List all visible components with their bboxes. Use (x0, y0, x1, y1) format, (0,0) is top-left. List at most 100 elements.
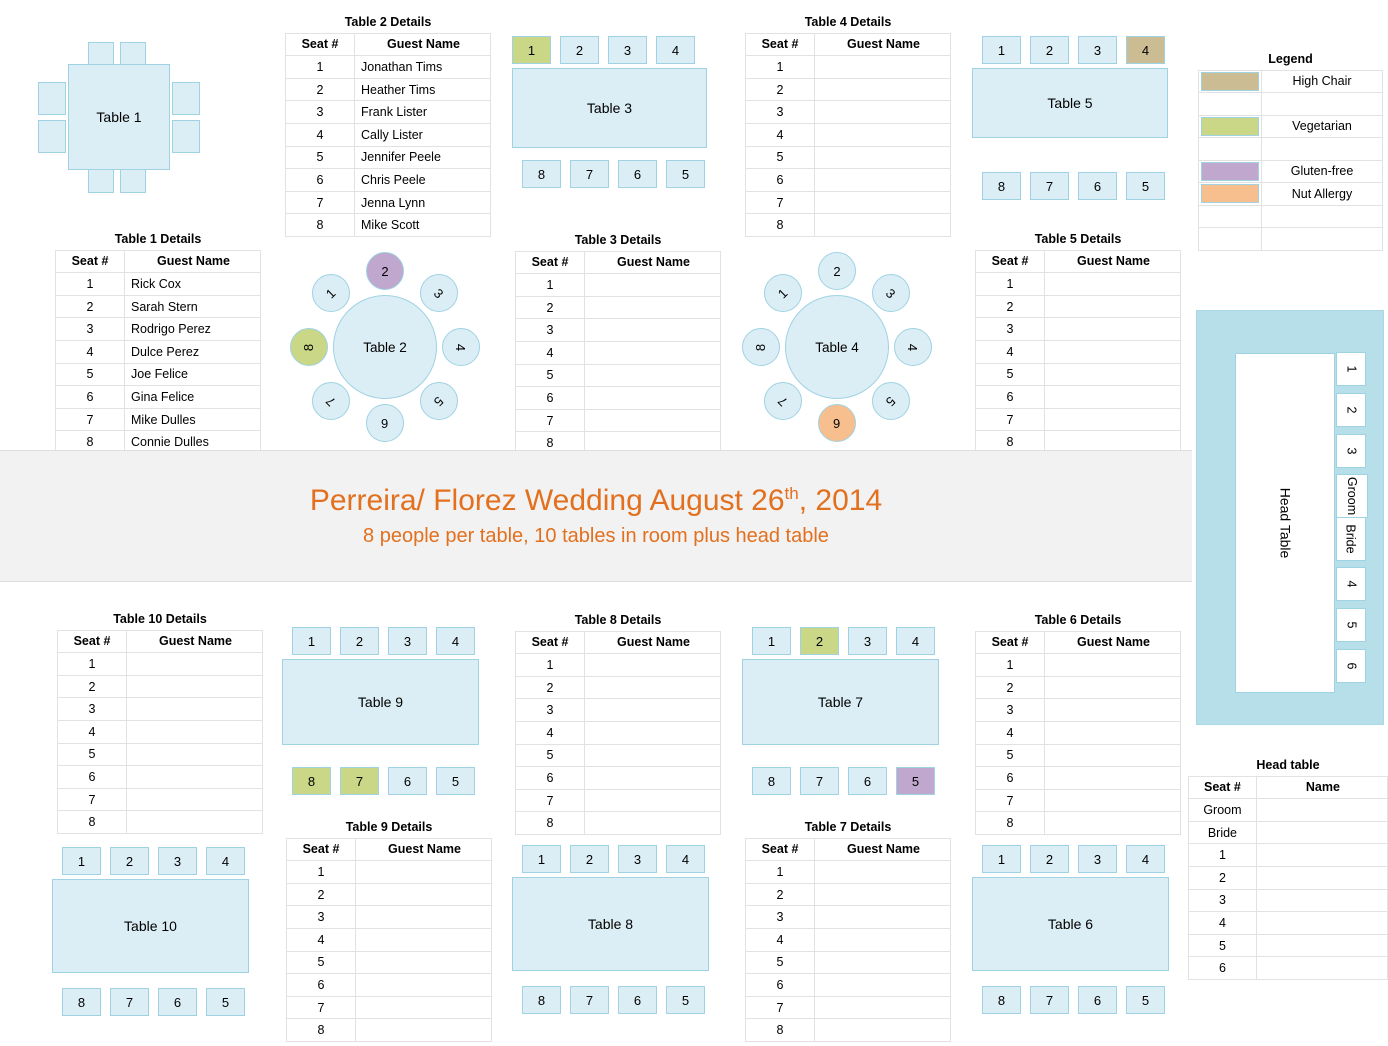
table-8-chair-1[interactable]: 1 (522, 845, 561, 873)
table-row[interactable]: 7 (515, 788, 721, 813)
table-row[interactable]: 7 (975, 788, 1181, 813)
table-row[interactable]: 3 (515, 318, 721, 342)
table-row[interactable]: 5 (515, 743, 721, 768)
table-row[interactable]: 3 Rodrigo Perez (55, 317, 261, 341)
table-row[interactable]: 2 (975, 675, 1181, 700)
table-row[interactable]: 6 (57, 765, 263, 789)
table-4-seat-8[interactable]: 8 (742, 328, 780, 366)
table-row[interactable]: 5 (975, 362, 1181, 387)
table-row[interactable]: 2 (286, 882, 492, 907)
table-row[interactable]: 1 (515, 273, 721, 297)
table-6-chair-6[interactable]: 6 (1078, 986, 1117, 1014)
table-7-diagram[interactable]: 1 2 3 4 Table 7 8 7 6 5 (742, 627, 947, 797)
table-3-chair-7[interactable]: 7 (570, 160, 609, 188)
table-row[interactable]: 4 (515, 340, 721, 365)
table-row[interactable]: 6 (1188, 956, 1388, 980)
table-5-chair-5[interactable]: 5 (1126, 172, 1165, 200)
table-row[interactable]: 4 (57, 719, 263, 744)
table-row[interactable]: 6 (975, 766, 1181, 790)
table-6-diagram[interactable]: 1 2 3 4 Table 6 8 7 6 5 (972, 845, 1177, 1017)
table-5-chair-7[interactable]: 7 (1030, 172, 1069, 200)
table-2-seat-6[interactable]: 6 (366, 404, 404, 442)
table-5-chair-2[interactable]: 2 (1030, 36, 1069, 64)
table-row[interactable]: 6 (515, 766, 721, 790)
table-2-surface[interactable]: Table 2 (333, 295, 437, 399)
table-row[interactable]: 5 (286, 950, 492, 975)
table-row[interactable]: 4 (1188, 911, 1388, 935)
table-row[interactable]: 7 (745, 995, 951, 1020)
table-row[interactable]: 1 (1188, 843, 1388, 867)
table-row[interactable]: 8 (515, 811, 721, 835)
table-row[interactable]: 1 (975, 653, 1181, 677)
table-8-chair-7[interactable]: 7 (570, 986, 609, 1014)
table-row[interactable]: 2 Sarah Stern (55, 294, 261, 319)
head-table-chair-4[interactable]: 4 (1336, 567, 1366, 601)
table-8-chair-5[interactable]: 5 (666, 986, 705, 1014)
table-row[interactable]: Bride (1188, 820, 1388, 845)
table-row[interactable]: 7 (515, 408, 721, 433)
table-3-chair-5[interactable]: 5 (666, 160, 705, 188)
table-row[interactable]: 8 Mike Scott (285, 213, 491, 237)
table-5-chair-6[interactable]: 6 (1078, 172, 1117, 200)
head-table-chair-3[interactable]: 3 (1336, 434, 1366, 468)
table-row[interactable]: 2 (515, 295, 721, 320)
table-row[interactable]: 6 (286, 973, 492, 997)
table-6-chair-8[interactable]: 8 (982, 986, 1021, 1014)
table-row[interactable]: 6 Gina Felice (55, 385, 261, 409)
table-9-chair-7[interactable]: 7 (340, 767, 379, 795)
head-table-diagram[interactable]: Head Table 1 2 3 Groom Bride 4 5 6 (1196, 310, 1384, 725)
table-8-surface[interactable]: Table 8 (512, 877, 709, 971)
table-9-chair-6[interactable]: 6 (388, 767, 427, 795)
table-row[interactable]: 3 (286, 905, 492, 929)
table-7-surface[interactable]: Table 7 (742, 659, 939, 745)
table-3-chair-2[interactable]: 2 (560, 36, 599, 64)
table-1-chair[interactable] (172, 120, 200, 153)
table-row[interactable]: 3 (975, 698, 1181, 722)
table-5-chair-4[interactable]: 4 (1126, 36, 1165, 64)
table-6-chair-4[interactable]: 4 (1126, 845, 1165, 873)
table-8-chair-2[interactable]: 2 (570, 845, 609, 873)
table-9-chair-3[interactable]: 3 (388, 627, 427, 655)
table-5-chair-3[interactable]: 3 (1078, 36, 1117, 64)
table-4-seat-3[interactable]: 3 (872, 274, 910, 312)
table-8-chair-3[interactable]: 3 (618, 845, 657, 873)
table-7-chair-2[interactable]: 2 (800, 627, 839, 655)
table-3-chair-1[interactable]: 1 (512, 36, 551, 64)
table-row[interactable]: 3 (515, 698, 721, 722)
table-6-chair-7[interactable]: 7 (1030, 986, 1069, 1014)
table-7-chair-1[interactable]: 1 (752, 627, 791, 655)
table-7-chair-5[interactable]: 5 (896, 767, 935, 795)
table-9-surface[interactable]: Table 9 (282, 659, 479, 745)
table-10-diagram[interactable]: 1 2 3 4 Table 10 8 7 6 5 (52, 847, 257, 1019)
table-4-diagram[interactable]: Table 4 1 2 3 4 5 6 7 8 (742, 252, 932, 442)
table-1-chair[interactable] (38, 82, 66, 115)
table-3-diagram[interactable]: 1 2 3 4 Table 3 8 7 6 5 (512, 36, 712, 191)
table-row[interactable]: 4 (515, 720, 721, 745)
table-2-diagram[interactable]: Table 2 1 2 3 4 5 6 7 8 (290, 252, 480, 442)
table-4-seat-2[interactable]: 2 (818, 252, 856, 290)
head-table-chair-bride[interactable]: Bride (1336, 517, 1366, 561)
table-10-chair-4[interactable]: 4 (206, 847, 245, 875)
table-row[interactable]: 1 Jonathan Tims (285, 55, 491, 79)
table-9-chair-4[interactable]: 4 (436, 627, 475, 655)
table-7-chair-8[interactable]: 8 (752, 767, 791, 795)
table-10-chair-2[interactable]: 2 (110, 847, 149, 875)
table-row[interactable]: 3 (1188, 888, 1388, 913)
table-row[interactable]: 6 (975, 385, 1181, 409)
table-row[interactable]: 7 (57, 787, 263, 812)
table-row[interactable]: 8 (745, 1018, 951, 1042)
table-10-chair-1[interactable]: 1 (62, 847, 101, 875)
table-row[interactable]: 1 (975, 272, 1181, 296)
head-table-chair-5[interactable]: 5 (1336, 608, 1366, 642)
table-8-chair-8[interactable]: 8 (522, 986, 561, 1014)
table-6-chair-5[interactable]: 5 (1126, 986, 1165, 1014)
table-row[interactable]: 6 Chris Peele (285, 168, 491, 192)
table-row[interactable]: 7 Mike Dulles (55, 407, 261, 432)
table-3-chair-3[interactable]: 3 (608, 36, 647, 64)
table-row[interactable]: 4 Cally Lister (285, 122, 491, 147)
table-row[interactable]: 5 Joe Felice (55, 362, 261, 387)
table-row[interactable]: 8 (745, 213, 951, 237)
table-row[interactable]: 1 (745, 860, 951, 884)
table-row[interactable]: 2 (57, 674, 263, 699)
table-row[interactable]: 3 (745, 905, 951, 929)
